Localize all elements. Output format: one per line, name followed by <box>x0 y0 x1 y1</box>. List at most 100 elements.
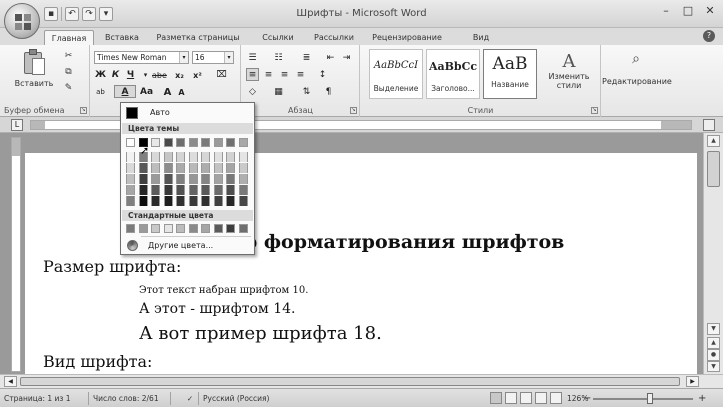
auto-color-option[interactable]: Авто <box>124 106 251 120</box>
font-name-combo[interactable]: Times New Roman ▾ <box>94 51 189 64</box>
scroll-down-icon[interactable]: ▼ <box>707 323 720 335</box>
clear-formatting-icon[interactable]: ⌧ <box>215 68 228 81</box>
theme-shade-swatch[interactable] <box>126 174 135 184</box>
zoom-out-button[interactable]: − <box>583 393 591 405</box>
standard-color-swatch[interactable] <box>163 224 173 233</box>
paragraph-launcher-icon[interactable]: ↘ <box>350 107 357 114</box>
line-spacing-icon[interactable]: ↕ <box>316 68 329 81</box>
theme-shade-swatch[interactable] <box>238 163 248 173</box>
sort-icon[interactable]: ⇅ <box>300 85 313 98</box>
status-language[interactable]: Русский (Россия) <box>203 393 269 405</box>
change-case-button[interactable]: Aa <box>139 85 154 98</box>
zoom-in-button[interactable]: + <box>698 393 706 405</box>
standard-color-swatch[interactable] <box>201 224 210 233</box>
scroll-up-icon[interactable]: ▲ <box>707 135 720 147</box>
theme-shade-swatch[interactable] <box>213 196 223 206</box>
theme-shade-swatch[interactable] <box>226 174 235 184</box>
theme-shade-swatch[interactable] <box>126 152 135 162</box>
view-ruler-icon[interactable] <box>703 119 715 131</box>
theme-shade-swatch[interactable] <box>213 174 223 184</box>
tab-mailings[interactable]: Рассылки <box>310 30 358 45</box>
theme-shade-swatch[interactable] <box>238 196 248 206</box>
vertical-scrollbar[interactable]: ▲ ▼ ▲ ● ▼ <box>703 133 723 374</box>
zoom-slider-knob[interactable] <box>647 393 653 404</box>
format-painter-icon[interactable]: ✎ <box>62 82 75 95</box>
theme-shade-swatch[interactable] <box>151 196 160 206</box>
zoom-slider-track[interactable] <box>593 398 693 400</box>
tab-page-layout[interactable]: Разметка страницы <box>152 30 244 45</box>
cut-icon[interactable]: ✂ <box>62 50 75 63</box>
status-page[interactable]: Страница: 1 из 1 <box>4 393 71 405</box>
help-icon[interactable]: ? <box>703 30 715 42</box>
web-layout-icon[interactable] <box>520 392 532 404</box>
theme-shade-swatch[interactable] <box>126 185 135 195</box>
theme-shade-swatch[interactable] <box>201 174 210 184</box>
theme-shade-swatch[interactable] <box>176 185 185 195</box>
theme-shade-swatch[interactable] <box>151 163 160 173</box>
theme-shade-swatch[interactable] <box>176 174 185 184</box>
borders-icon[interactable]: ▦ <box>272 85 285 98</box>
theme-shade-swatch[interactable] <box>126 163 135 173</box>
standard-color-swatch[interactable] <box>126 224 135 233</box>
status-words[interactable]: Число слов: 2/61 <box>93 393 159 405</box>
print-layout-view-icon[interactable] <box>490 392 502 404</box>
font-name-dropdown-icon[interactable]: ▾ <box>179 52 188 63</box>
change-styles-button[interactable]: A Изменить стили <box>547 51 591 90</box>
tab-selector-icon[interactable]: L <box>11 119 23 131</box>
shrink-font-button[interactable]: A <box>175 85 188 98</box>
theme-shade-swatch[interactable] <box>163 174 173 184</box>
superscript-button[interactable]: x² <box>191 68 204 81</box>
copy-icon[interactable]: ⧉ <box>62 66 75 79</box>
font-color-button[interactable]: A <box>114 85 136 98</box>
theme-shade-swatch[interactable] <box>213 163 223 173</box>
vertical-ruler[interactable] <box>11 137 21 372</box>
multilevel-list-icon[interactable]: ≣ <box>300 51 313 64</box>
theme-shade-swatch[interactable] <box>238 174 248 184</box>
scroll-right-icon[interactable]: ▶ <box>686 376 699 387</box>
theme-shade-swatch[interactable] <box>226 152 235 162</box>
next-page-icon[interactable]: ▼ <box>707 361 720 372</box>
bullets-icon[interactable]: ☰ <box>246 51 259 64</box>
theme-shade-swatch[interactable] <box>176 152 185 162</box>
theme-shade-swatch[interactable] <box>188 196 198 206</box>
show-marks-icon[interactable]: ¶ <box>322 85 335 98</box>
theme-color-swatch[interactable] <box>126 138 135 147</box>
maximize-icon[interactable]: □ <box>681 4 695 18</box>
theme-shade-swatch[interactable] <box>188 174 198 184</box>
standard-color-swatch[interactable] <box>151 224 160 233</box>
style-title[interactable]: AaB Название <box>483 49 537 99</box>
decrease-indent-icon[interactable]: ⇤ <box>324 51 337 64</box>
theme-shade-swatch[interactable] <box>138 163 148 173</box>
theme-shade-swatch[interactable] <box>163 185 173 195</box>
font-size-dropdown-icon[interactable]: ▾ <box>224 52 233 63</box>
style-heading[interactable]: AaBbCc Заголово... <box>426 49 480 99</box>
theme-shade-swatch[interactable] <box>126 196 135 206</box>
standard-color-swatch[interactable] <box>188 224 198 233</box>
theme-shade-swatch[interactable] <box>163 196 173 206</box>
standard-color-swatch[interactable] <box>226 224 235 233</box>
vertical-scroll-thumb[interactable] <box>707 151 720 187</box>
theme-color-swatch[interactable] <box>163 138 173 147</box>
tab-home[interactable]: Главная <box>44 30 94 45</box>
grow-font-button[interactable]: A <box>161 85 174 98</box>
office-button[interactable] <box>4 3 40 39</box>
underline-button[interactable]: Ч <box>124 68 137 81</box>
theme-shade-swatch[interactable] <box>151 152 160 162</box>
select-browse-object-icon[interactable]: ● <box>707 349 720 361</box>
theme-color-swatch[interactable] <box>201 138 210 147</box>
theme-shade-swatch[interactable] <box>213 152 223 162</box>
theme-shade-swatch[interactable] <box>176 163 185 173</box>
spelling-check-icon[interactable]: ✓ <box>184 393 196 405</box>
theme-shade-swatch[interactable] <box>238 185 248 195</box>
theme-shade-swatch[interactable] <box>176 196 185 206</box>
more-colors-option[interactable]: Другие цвета... <box>124 239 251 252</box>
theme-shade-swatch[interactable] <box>226 185 235 195</box>
paste-button[interactable]: Вставить <box>14 49 54 88</box>
strikethrough-button[interactable]: abe <box>151 68 168 81</box>
outline-view-icon[interactable] <box>535 392 547 404</box>
theme-shade-swatch[interactable] <box>138 174 148 184</box>
horizontal-scroll-thumb[interactable] <box>20 377 680 386</box>
theme-shade-swatch[interactable] <box>238 152 248 162</box>
tab-view[interactable]: Вид <box>466 30 496 45</box>
tab-insert[interactable]: Вставка <box>98 30 146 45</box>
